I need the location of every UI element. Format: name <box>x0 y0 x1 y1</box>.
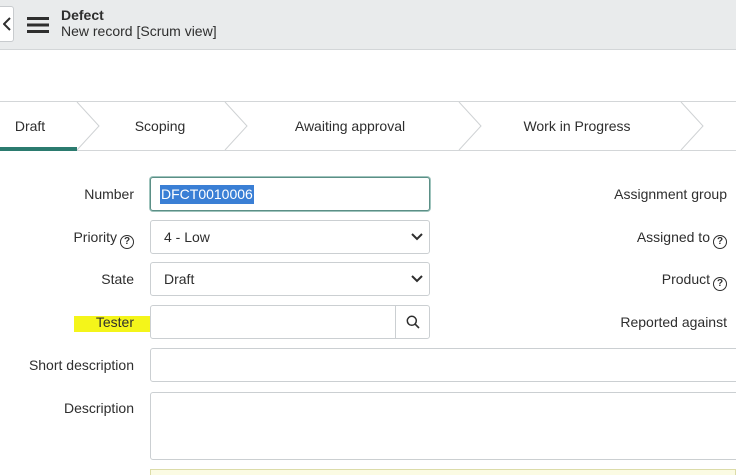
bottom-field-edge <box>150 469 736 475</box>
state-label: State <box>101 271 134 287</box>
back-button[interactable] <box>0 6 14 42</box>
state-value: Draft <box>164 271 195 287</box>
state-select[interactable]: Draft <box>150 262 430 296</box>
flow-step-label: Scoping <box>134 118 186 134</box>
record-header: Defect New record [Scrum view] <box>0 0 736 50</box>
priority-value: 4 - Low <box>164 229 210 245</box>
short-description-label: Short description <box>28 357 134 373</box>
priority-label: Priority? <box>73 229 134 249</box>
chevron-down-icon <box>411 233 423 241</box>
number-field[interactable]: DFCT0010006 <box>150 177 430 211</box>
tester-input[interactable] <box>150 305 396 339</box>
hamburger-menu-icon <box>27 17 49 33</box>
product-label-text: Product <box>661 271 710 287</box>
flow-step-label: Work in Progress <box>523 118 631 134</box>
tester-lookup-button[interactable] <box>395 305 430 339</box>
record-type-title: Defect <box>61 7 104 23</box>
context-menu-button[interactable] <box>26 14 50 36</box>
chevron-down-icon <box>411 275 423 283</box>
chevron-left-icon <box>2 17 11 31</box>
flow-step-label: Draft <box>14 118 46 134</box>
process-flow: Draft Scoping Awaiting approval Work in … <box>0 101 736 151</box>
flow-step-awaiting-approval: Awaiting approval <box>247 102 453 150</box>
product-label: Product? <box>662 271 727 291</box>
number-label: Number <box>84 186 134 202</box>
flow-step-draft: Draft <box>0 102 60 150</box>
assigned-to-label: Assigned to? <box>637 229 727 249</box>
question-circle-icon[interactable]: ? <box>120 235 134 249</box>
description-label: Description <box>63 400 134 416</box>
active-step-indicator <box>0 147 77 151</box>
tester-label: Tester <box>95 314 134 330</box>
flow-step-scoping: Scoping <box>99 102 221 150</box>
short-description-input[interactable] <box>150 348 736 382</box>
record-subtitle: New record [Scrum view] <box>61 23 217 39</box>
header-titles: Defect New record [Scrum view] <box>61 7 217 39</box>
assignment-group-label: Assignment group <box>614 186 727 202</box>
priority-select[interactable]: 4 - Low <box>150 220 430 254</box>
flow-step-label: Awaiting approval <box>294 118 406 134</box>
description-textarea[interactable] <box>150 392 736 460</box>
search-icon <box>406 315 420 329</box>
question-circle-icon[interactable]: ? <box>713 277 727 291</box>
flow-step-work-in-progress: Work in Progress <box>481 102 673 150</box>
number-value: DFCT0010006 <box>160 185 254 204</box>
priority-label-text: Priority <box>73 229 117 245</box>
assigned-to-label-text: Assigned to <box>636 229 710 245</box>
question-circle-icon[interactable]: ? <box>713 235 727 249</box>
reported-against-label: Reported against <box>620 314 727 330</box>
